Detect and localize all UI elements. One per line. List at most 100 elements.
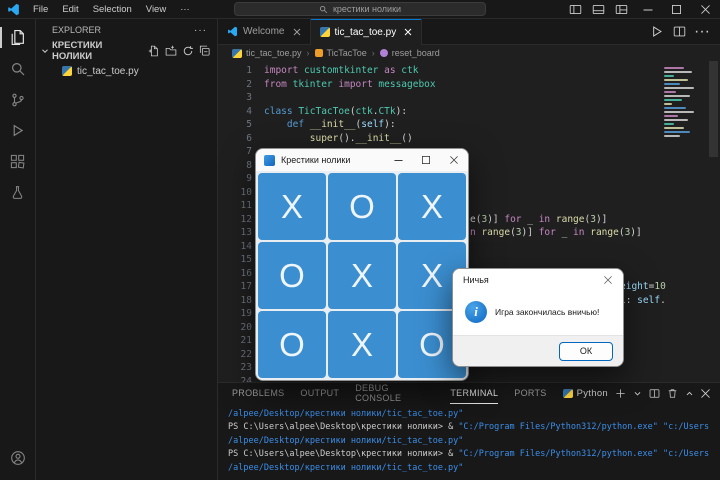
game-maximize-button[interactable] <box>412 149 440 171</box>
code-line: 6 super().__init__() <box>218 132 720 146</box>
tab-tic-tac-toe[interactable]: tic_tac_toe.py <box>311 19 423 45</box>
terminal-line: /alpee/Desktop/крестики нолики/tic_tac_t… <box>228 435 720 448</box>
testing-flask-icon[interactable] <box>0 177 36 208</box>
run-debug-icon[interactable] <box>0 115 36 146</box>
file-name: tic_tac_toe.py <box>77 66 139 77</box>
terminal-output[interactable]: /alpee/Desktop/крестики нолики/tic_tac_t… <box>218 404 720 480</box>
maximize-panel-icon[interactable] <box>685 389 694 398</box>
minimize-button[interactable] <box>633 0 662 19</box>
menu-more[interactable]: ··· <box>173 0 197 18</box>
terminal-line: PS C:\Users\alpee\Desktop\крестики нолик… <box>228 421 720 434</box>
vscode-tab-icon <box>227 26 238 37</box>
chevron-down-icon <box>40 46 50 56</box>
terminal-line: /alpee/Desktop/крестики нолики/tic_tac_t… <box>228 408 720 421</box>
tic-tac-toe-window: Крестики нолики XOXOXXOXO <box>255 148 469 381</box>
code-line: 3 <box>218 91 720 105</box>
dialog-message: Игра закончилась вничью! <box>495 307 599 317</box>
titlebar: File Edit Selection View ··· крестики но… <box>0 0 720 19</box>
panel-tab-problems[interactable]: PROBLEMS <box>232 383 284 404</box>
board-cell[interactable]: X <box>258 173 326 240</box>
menu-file[interactable]: File <box>26 0 55 18</box>
close-tab-icon[interactable] <box>293 28 301 36</box>
board-cell[interactable]: O <box>328 173 396 240</box>
terminal-line: /alpee/Desktop/крестики нолики/tic_tac_t… <box>228 462 720 475</box>
bottom-panel: PROBLEMS OUTPUT DEBUG CONSOLE TERMINAL P… <box>218 382 720 480</box>
code-line: 4class TicTacToe(ctk.CTk): <box>218 105 720 119</box>
kill-terminal-trash-icon[interactable] <box>667 388 678 399</box>
search-icon <box>319 5 328 14</box>
terminal-line: PS C:\Users\alpee\Desktop\крестики нолик… <box>228 448 720 461</box>
collapse-all-icon[interactable] <box>197 43 213 59</box>
minimap[interactable] <box>660 65 704 137</box>
activity-bar <box>0 19 36 480</box>
board-cell[interactable]: X <box>398 173 466 240</box>
extensions-icon[interactable] <box>0 146 36 177</box>
toggle-panel-icon[interactable] <box>587 0 610 19</box>
command-center-search[interactable]: крестики нолики <box>234 2 486 16</box>
board: XOXOXXOXO <box>256 171 468 380</box>
new-file-icon[interactable] <box>146 43 162 59</box>
account-icon[interactable] <box>0 442 36 473</box>
new-terminal-icon[interactable] <box>615 388 626 399</box>
breadcrumb-separator: › <box>307 48 310 58</box>
menu-selection[interactable]: Selection <box>86 0 139 18</box>
split-terminal-icon[interactable] <box>649 388 660 399</box>
panel-tab-output[interactable]: OUTPUT <box>300 383 339 404</box>
python-file-icon <box>232 49 242 58</box>
editor-tabbar: Welcome tic_tac_toe.py <box>218 19 720 45</box>
class-symbol-icon <box>315 49 323 57</box>
new-folder-icon[interactable] <box>163 43 179 59</box>
close-panel-icon[interactable] <box>701 389 710 398</box>
tab-welcome[interactable]: Welcome <box>218 19 311 44</box>
explorer-icon[interactable] <box>0 22 36 53</box>
dialog-titlebar[interactable]: Ничья <box>453 269 623 291</box>
dialog-title: Ничья <box>463 275 489 285</box>
search-sidebar-icon[interactable] <box>0 53 36 84</box>
menu-view[interactable]: View <box>139 0 173 18</box>
search-text: крестики нолики <box>333 4 401 14</box>
code-line: 2from tkinter import messagebox <box>218 78 720 92</box>
terminal-shell-selector[interactable]: Python <box>563 388 608 399</box>
run-file-icon[interactable] <box>646 22 666 42</box>
game-app-icon <box>264 155 275 166</box>
ok-button[interactable]: ОК <box>559 342 613 361</box>
game-title: Крестики нолики <box>281 155 350 165</box>
dialog-close-button[interactable] <box>593 269 623 291</box>
customize-layout-icon[interactable] <box>610 0 633 19</box>
panel-tab-debug-console[interactable]: DEBUG CONSOLE <box>355 383 434 404</box>
tab-label: Welcome <box>243 26 285 37</box>
board-cell[interactable]: O <box>258 242 326 309</box>
toggle-sidebar-icon[interactable] <box>564 0 587 19</box>
code-line: 1import customtkinter as ctk <box>218 64 720 78</box>
refresh-icon[interactable] <box>180 43 196 59</box>
panel-tab-ports[interactable]: PORTS <box>514 383 546 404</box>
menu-edit[interactable]: Edit <box>55 0 85 18</box>
panel-tab-terminal[interactable]: TERMINAL <box>450 383 498 404</box>
board-cell[interactable]: X <box>328 311 396 378</box>
explorer-more-icon[interactable]: ··· <box>194 25 207 36</box>
split-editor-icon[interactable] <box>669 22 689 42</box>
breadcrumb: tic_tac_toe.py › TicTacToe › reset_board <box>218 45 720 61</box>
explorer-title: EXPLORER <box>52 25 101 35</box>
python-file-icon <box>62 66 72 76</box>
folder-section-крестики-нолики[interactable]: КРЕСТИКИ НОЛИКИ <box>36 41 217 61</box>
info-icon: i <box>465 301 487 323</box>
close-tab-icon[interactable] <box>404 28 412 36</box>
game-close-button[interactable] <box>440 149 468 171</box>
editor-scrollbar[interactable] <box>707 61 720 382</box>
close-button[interactable] <box>691 0 720 19</box>
board-cell[interactable]: X <box>328 242 396 309</box>
breadcrumb-file[interactable]: tic_tac_toe.py <box>232 48 302 58</box>
maximize-button[interactable] <box>662 0 691 19</box>
game-titlebar[interactable]: Крестики нолики <box>256 149 468 171</box>
breadcrumb-method[interactable]: reset_board <box>380 48 440 58</box>
editor-more-icon[interactable]: ··· <box>692 22 712 42</box>
terminal-dropdown-icon[interactable] <box>633 389 642 398</box>
game-minimize-button[interactable] <box>384 149 412 171</box>
python-shell-icon <box>563 389 573 398</box>
python-file-icon <box>320 27 330 37</box>
board-cell[interactable]: O <box>258 311 326 378</box>
file-item-tic-tac-toe[interactable]: tic_tac_toe.py <box>36 61 217 81</box>
breadcrumb-class[interactable]: TicTacToe <box>315 48 367 58</box>
source-control-icon[interactable] <box>0 84 36 115</box>
